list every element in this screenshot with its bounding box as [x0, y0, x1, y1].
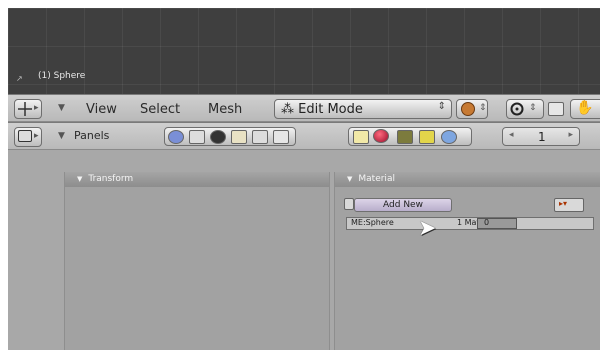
editor-type-button[interactable]: ▸ — [14, 99, 42, 119]
material-object-row: ME:Sphere 1 Mat 0 — [346, 217, 594, 230]
material-panel-header[interactable]: ▼ Material — [335, 172, 600, 187]
buttons-window-header: ▸ ▼ Panels ◂ 1 ▸ — [8, 122, 600, 150]
material-options-button[interactable]: ▸▾ — [554, 198, 584, 212]
shading-icon[interactable] — [210, 130, 226, 144]
transform-panel-title: Transform — [88, 174, 134, 184]
material-index-value: 0 — [484, 218, 490, 227]
context-icon-group — [164, 127, 296, 146]
texture-icon[interactable] — [397, 130, 413, 144]
3d-view-header: ▸ ▼ View Select Mesh ⁂ Edit Mode ⇕ ⇕ ⇕ ✋ — [8, 94, 600, 122]
material-browse-button[interactable] — [344, 198, 354, 210]
editing-icon[interactable] — [252, 130, 268, 144]
panels-label: Panels — [74, 129, 110, 142]
frame-number-field[interactable]: ◂ 1 ▸ — [502, 127, 580, 146]
dropdown-icon: ▸ — [34, 103, 39, 113]
crosshair-icon — [18, 102, 32, 116]
blender-window: ↗ (1) Sphere ▸ ▼ View Select Mesh ⁂ Edit… — [8, 8, 600, 350]
material-index-field[interactable]: 0 — [477, 218, 517, 229]
object-icon[interactable] — [231, 130, 247, 144]
frame-icon[interactable] — [548, 102, 564, 116]
collapse-triangle-icon: ▼ — [77, 175, 83, 183]
options-arrow-icon: ▸▾ — [559, 199, 568, 208]
editor-type-button-2[interactable]: ▸ — [14, 127, 42, 147]
script-icon[interactable] — [189, 130, 205, 144]
mode-label: ⁂ Edit Mode — [281, 102, 363, 117]
collapse-triangle-icon[interactable]: ▼ — [58, 103, 65, 113]
collapse-triangle-icon: ▼ — [347, 175, 353, 183]
pivot-icon — [510, 102, 524, 116]
increment-arrow-icon[interactable]: ▸ — [568, 130, 573, 140]
menu-view[interactable]: View — [86, 102, 117, 117]
mouse-pointer-icon: ➤ — [418, 216, 437, 241]
window-icon — [18, 130, 32, 142]
menu-select[interactable]: Select — [140, 102, 180, 117]
logic-icon[interactable] — [168, 130, 184, 144]
decrement-arrow-icon[interactable]: ◂ — [509, 130, 514, 140]
hand-icon: ✋ — [576, 100, 594, 116]
updown-arrows-icon: ⇕ — [437, 101, 446, 112]
lamp-icon[interactable] — [353, 130, 369, 144]
menu-mesh[interactable]: Mesh — [208, 102, 242, 117]
pivot-button[interactable]: ⇕ — [506, 99, 544, 119]
radiosity-icon[interactable] — [419, 130, 435, 144]
dropdown-icon: ⇕ — [529, 103, 537, 113]
mode-select[interactable]: ⁂ Edit Mode ⇕ — [274, 99, 452, 119]
dropdown-icon: ⇕ — [479, 103, 487, 113]
manipulator-button[interactable]: ✋ — [570, 99, 600, 119]
scene-icon[interactable] — [273, 130, 289, 144]
draw-type-icon — [461, 102, 475, 116]
material-sphere-icon[interactable] — [373, 129, 389, 143]
add-new-material-button[interactable]: Add New — [354, 198, 452, 212]
transform-panel-header[interactable]: ▼ Transform — [65, 172, 329, 187]
3d-viewport[interactable]: ↗ (1) Sphere — [8, 8, 600, 94]
world-icon[interactable] — [441, 130, 457, 144]
frame-value: 1 — [538, 130, 546, 144]
shading-subcontext-group — [348, 127, 472, 146]
axis-icon: ↗ — [16, 74, 23, 83]
transform-panel: ▼ Transform — [64, 172, 330, 350]
viewport-object-label: (1) Sphere — [38, 71, 86, 81]
collapse-triangle-icon[interactable]: ▼ — [58, 131, 65, 141]
material-panel-title: Material — [358, 174, 395, 184]
dropdown-icon: ▸ — [34, 131, 39, 141]
draw-type-button[interactable]: ⇕ — [456, 99, 488, 119]
material-object-name[interactable]: ME:Sphere — [351, 218, 394, 227]
